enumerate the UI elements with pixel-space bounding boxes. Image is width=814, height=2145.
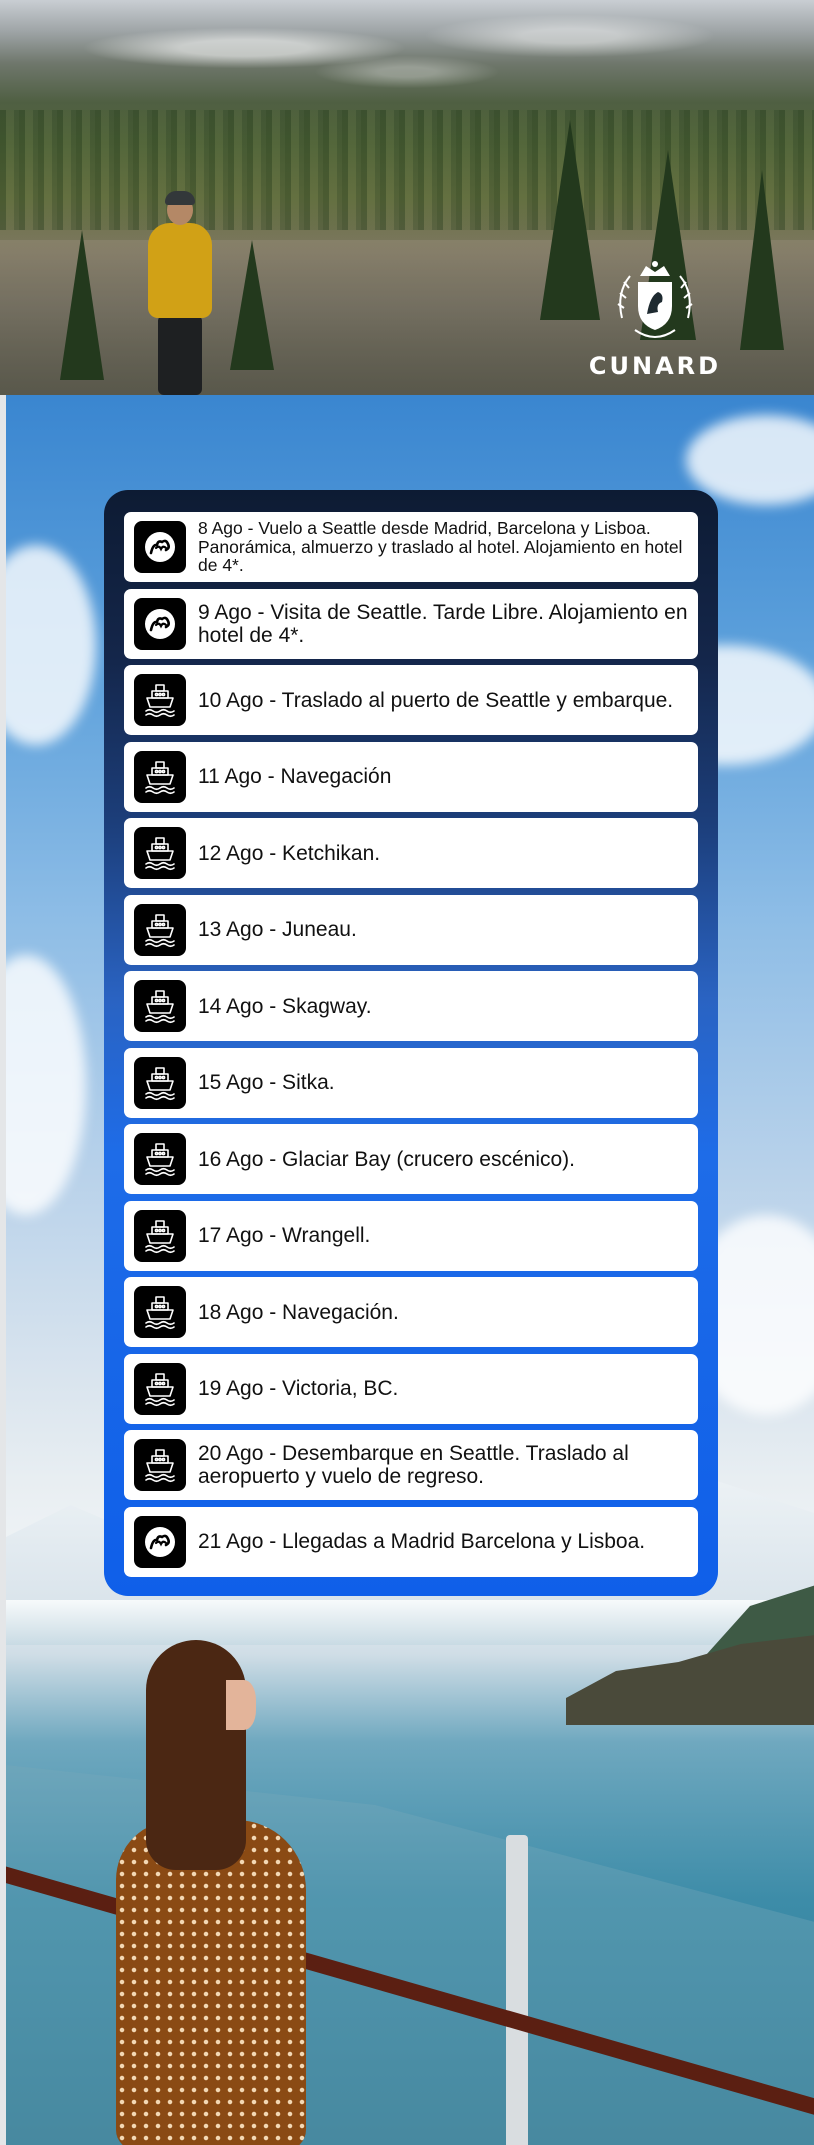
crest-icon <box>617 261 693 338</box>
itinerary-item: 17 Ago - Wrangell. <box>124 1200 698 1271</box>
ship-icon <box>134 1056 186 1109</box>
circle-logo-icon <box>134 1515 186 1568</box>
hero-landscape-photo: CUNARD <box>0 0 814 395</box>
ship-icon <box>134 1439 186 1491</box>
hiker-figure <box>140 191 220 395</box>
circle-logo-icon <box>134 521 186 573</box>
ship-icon <box>134 1209 186 1262</box>
brand-wordmark: CUNARD <box>588 352 722 380</box>
itinerary-item: 21 Ago - Llegadas a Madrid Barcelona y L… <box>124 1506 698 1577</box>
itinerary-item-text: 18 Ago - Navegación. <box>198 1300 399 1324</box>
itinerary-item-text: 19 Ago - Victoria, BC. <box>198 1377 399 1400</box>
itinerary-item-text: 17 Ago - Wrangell. <box>198 1224 371 1247</box>
circle-logo-icon <box>134 597 186 650</box>
itinerary-item-text: 10 Ago - Traslado al puerto de Seattle y… <box>198 688 674 712</box>
itinerary-item: 8 Ago - Vuelo a Seattle desde Madrid, Ba… <box>124 512 698 582</box>
ship-icon <box>134 674 186 726</box>
ship-icon <box>134 750 186 803</box>
itinerary-item: 18 Ago - Navegación. <box>124 1277 698 1347</box>
itinerary-item: 14 Ago - Skagway. <box>124 971 698 1041</box>
ship-icon <box>134 827 186 879</box>
itinerary-item-text: 15 Ago - Sitka. <box>198 1071 335 1094</box>
itinerary-item: 20 Ago - Desembarque en Seattle. Traslad… <box>124 1430 698 1500</box>
itinerary-list: 8 Ago - Vuelo a Seattle desde Madrid, Ba… <box>124 512 698 1583</box>
itinerary-item-text: 8 Ago - Vuelo a Seattle desde Madrid, Ba… <box>198 518 683 576</box>
ship-icon <box>134 1286 186 1338</box>
brand-logo: CUNARD <box>585 258 725 380</box>
itinerary-item: 10 Ago - Traslado al puerto de Seattle y… <box>124 665 698 735</box>
itinerary-item-text: 20 Ago - Desembarque en Seattle. Traslad… <box>198 1442 629 1488</box>
woman-figure <box>76 1640 336 2145</box>
itinerary-item: 16 Ago - Glaciar Bay (crucero escénico). <box>124 1124 698 1194</box>
itinerary-item: 13 Ago - Juneau. <box>124 894 698 965</box>
ship-icon <box>134 1133 186 1185</box>
itinerary-item-text: 16 Ago - Glaciar Bay (crucero escénico). <box>198 1147 575 1171</box>
itinerary-item: 15 Ago - Sitka. <box>124 1047 698 1118</box>
itinerary-item-text: 21 Ago - Llegadas a Madrid Barcelona y L… <box>198 1530 646 1553</box>
ship-icon <box>134 980 186 1032</box>
itinerary-item-text: 12 Ago - Ketchikan. <box>198 841 381 865</box>
itinerary-item: 9 Ago - Visita de Seattle. Tarde Libre. … <box>124 588 698 659</box>
itinerary-item: 19 Ago - Victoria, BC. <box>124 1353 698 1424</box>
itinerary-item-text: 14 Ago - Skagway. <box>198 994 372 1018</box>
ship-icon <box>134 903 186 956</box>
itinerary-item-text: 9 Ago - Visita de Seattle. Tarde Libre. … <box>198 600 688 647</box>
itinerary-item-text: 11 Ago - Navegación <box>198 765 392 788</box>
itinerary-item-text: 13 Ago - Juneau. <box>198 918 357 941</box>
ship-icon <box>134 1362 186 1415</box>
itinerary-panel: 8 Ago - Vuelo a Seattle desde Madrid, Ba… <box>104 490 718 1596</box>
itinerary-item: 11 Ago - Navegación <box>124 741 698 812</box>
itinerary-item: 12 Ago - Ketchikan. <box>124 818 698 888</box>
